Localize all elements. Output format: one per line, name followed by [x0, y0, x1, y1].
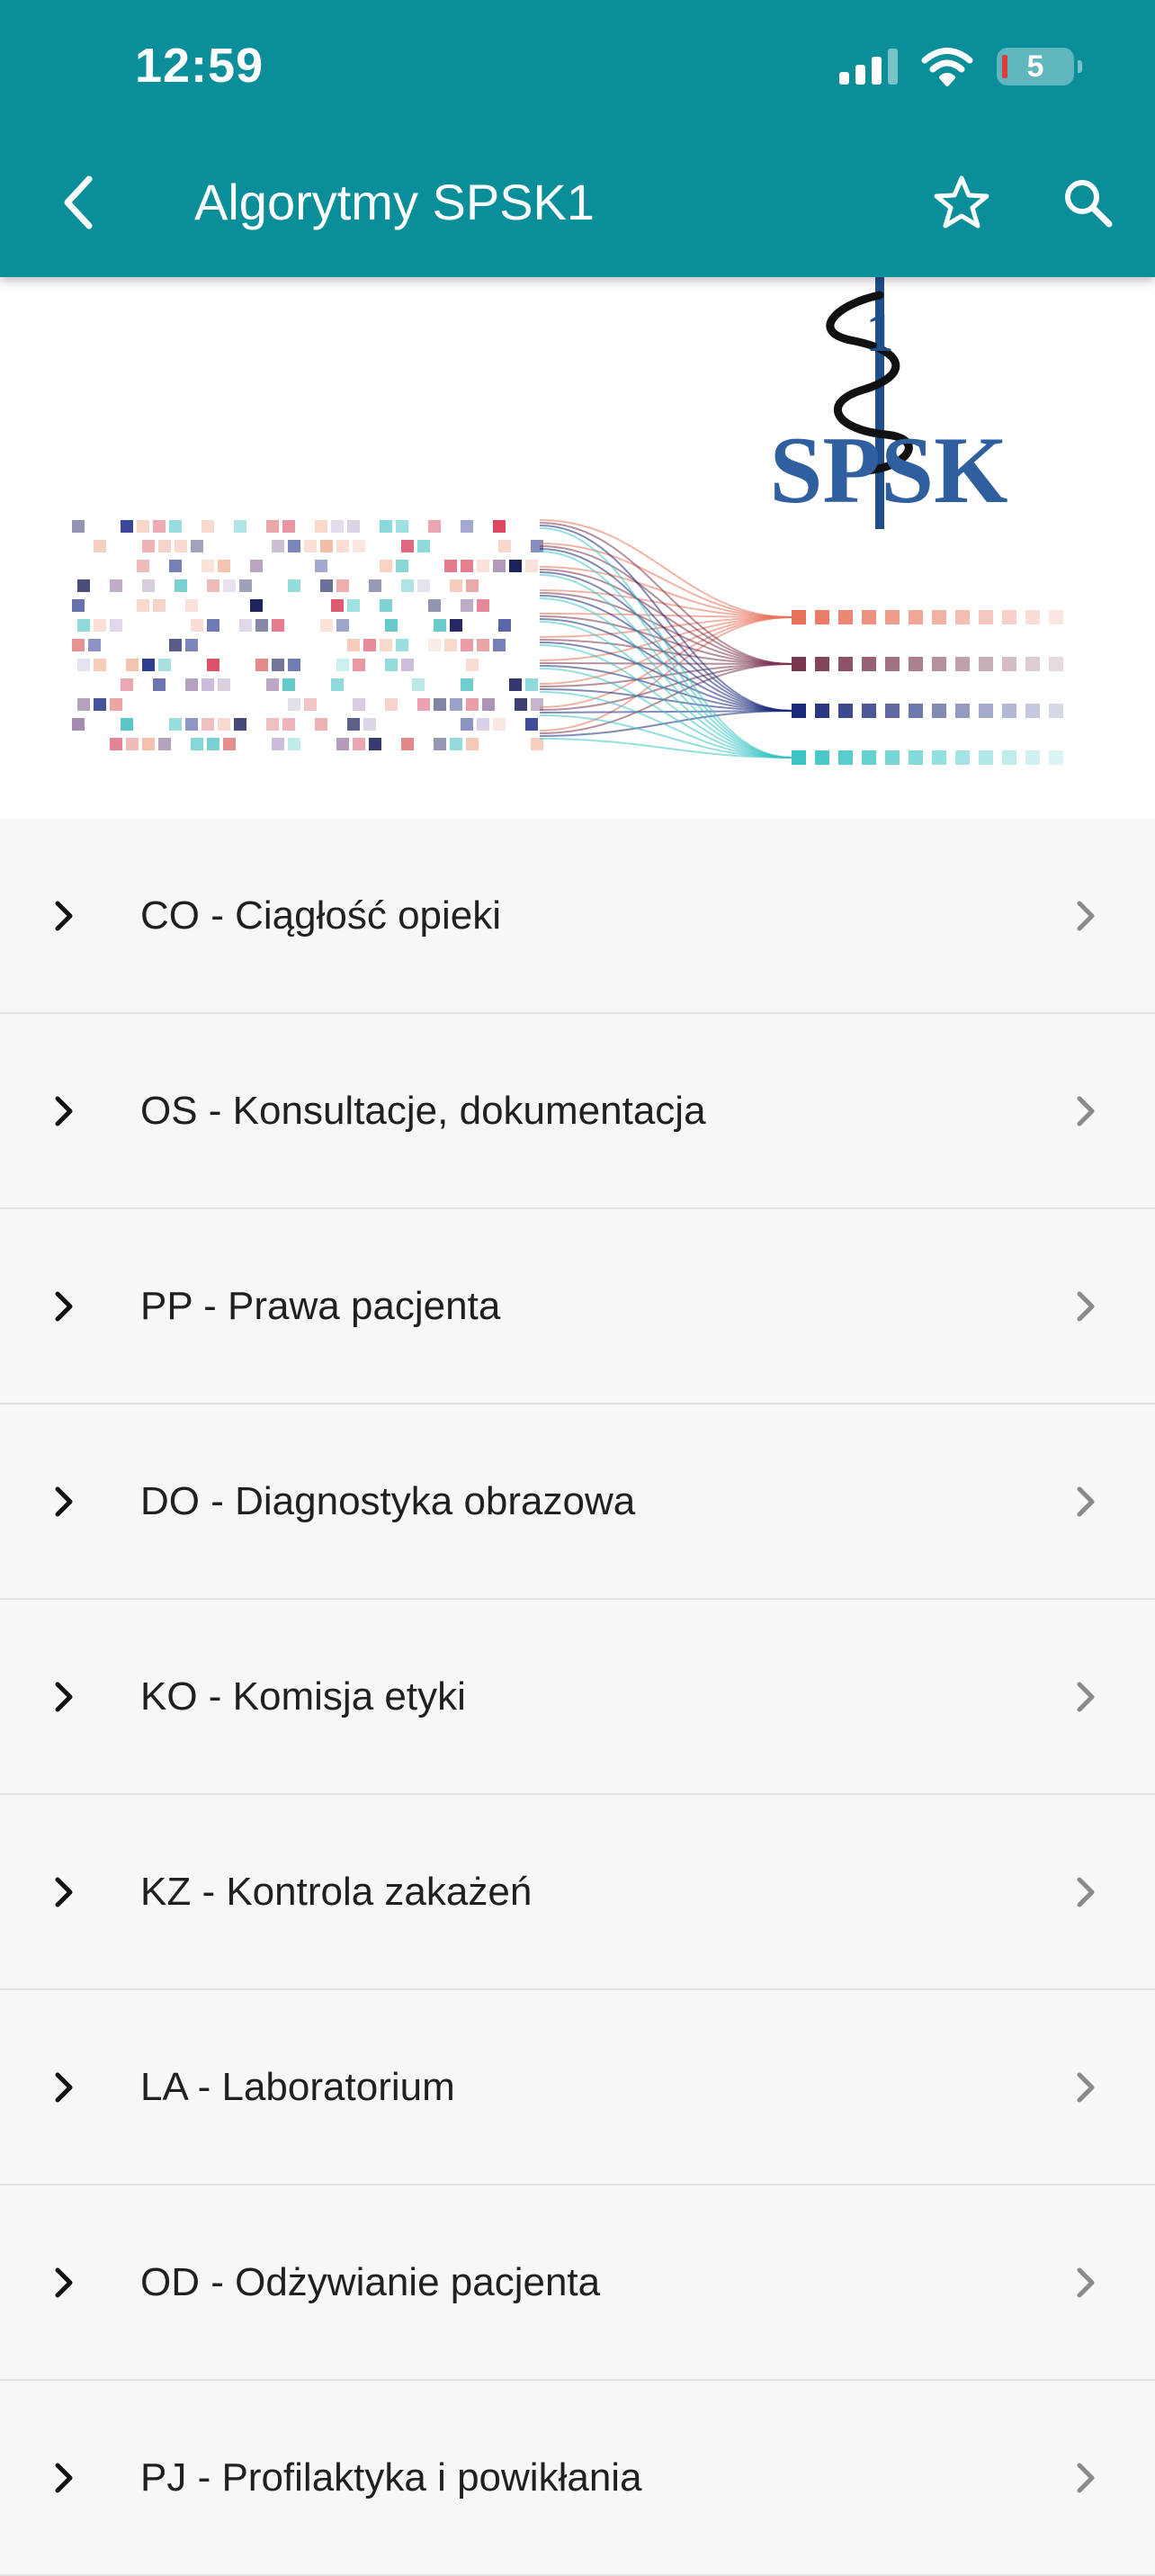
- header-banner-image: 1 SPSK: [0, 277, 1155, 819]
- category-row[interactable]: PJ - Profilaktyka i powikłania: [0, 2381, 1155, 2576]
- category-label: CO - Ciągłość opieki: [140, 893, 502, 938]
- chevron-right-icon: [1061, 1795, 1097, 1988]
- category-label: PJ - Profilaktyka i powikłania: [140, 2455, 642, 2500]
- page-title: Algorytmy SPSK1: [194, 174, 595, 230]
- expand-chevron-icon[interactable]: [52, 1795, 88, 1988]
- chevron-right-icon: [1061, 1405, 1097, 1598]
- category-label: PP - Prawa pacjenta: [140, 1283, 501, 1328]
- wifi-icon: [921, 48, 973, 86]
- back-button[interactable]: [45, 169, 112, 236]
- category-label: OS - Konsultacje, dokumentacja: [140, 1088, 706, 1133]
- chevron-right-icon: [1061, 1600, 1097, 1793]
- category-row[interactable]: DO - Diagnostyka obrazowa: [0, 1405, 1155, 1600]
- data-pixel-field: [72, 520, 543, 750]
- category-row[interactable]: LA - Laboratorium: [0, 1990, 1155, 2186]
- expand-chevron-icon[interactable]: [52, 1405, 88, 1598]
- expand-chevron-icon[interactable]: [52, 2186, 88, 2379]
- cellular-signal-icon: [839, 49, 898, 85]
- logo-digit: 1: [866, 302, 894, 364]
- category-row[interactable]: KZ - Kontrola zakażeń: [0, 1795, 1155, 1990]
- expand-chevron-icon[interactable]: [52, 1990, 88, 2184]
- banner-graphic: 1 SPSK: [72, 277, 1063, 765]
- category-label: OD - Odżywianie pacjenta: [140, 2259, 601, 2304]
- battery-icon: 5: [997, 48, 1082, 85]
- category-label: KZ - Kontrola zakażeń: [140, 1869, 533, 1914]
- expand-chevron-icon[interactable]: [52, 2381, 88, 2574]
- chevron-right-icon: [1061, 2381, 1097, 2574]
- chevron-right-icon: [1061, 1014, 1097, 1207]
- category-label: LA - Laboratorium: [140, 2064, 455, 2109]
- navigation-bar: Algorytmy SPSK1: [0, 153, 1155, 252]
- category-label: KO - Komisja etyki: [140, 1674, 466, 1719]
- battery-level: 5: [1026, 49, 1044, 84]
- app-bar: 12:59 5 Algorytmy SPSK1: [0, 0, 1155, 277]
- spsk-logo: 1 SPSK: [769, 277, 1008, 529]
- chevron-right-icon: [1061, 819, 1097, 1012]
- category-row[interactable]: OS - Konsultacje, dokumentacja: [0, 1014, 1155, 1209]
- search-icon: [1065, 180, 1113, 228]
- category-list: CO - Ciągłość opieki OS - Konsultacje, do…: [0, 819, 1155, 2576]
- data-flow-lines: [539, 519, 1063, 765]
- status-time: 12:59: [135, 39, 264, 93]
- chevron-right-icon: [1061, 2186, 1097, 2379]
- chevron-right-icon: [1061, 1209, 1097, 1403]
- star-outline-icon: [934, 175, 989, 229]
- status-icons: 5: [839, 41, 1082, 92]
- chevron-right-icon: [1061, 1990, 1097, 2184]
- expand-chevron-icon[interactable]: [52, 819, 88, 1012]
- chevron-left-icon: [64, 175, 93, 229]
- expand-chevron-icon[interactable]: [52, 1600, 88, 1793]
- category-label: DO - Diagnostyka obrazowa: [140, 1478, 636, 1523]
- expand-chevron-icon[interactable]: [52, 1209, 88, 1403]
- category-row[interactable]: CO - Ciągłość opieki: [0, 819, 1155, 1014]
- category-row[interactable]: OD - Odżywianie pacjenta: [0, 2186, 1155, 2381]
- expand-chevron-icon[interactable]: [52, 1014, 88, 1207]
- search-button[interactable]: [1054, 169, 1121, 236]
- category-row[interactable]: KO - Komisja etyki: [0, 1600, 1155, 1795]
- category-row[interactable]: PP - Prawa pacjenta: [0, 1209, 1155, 1405]
- favorite-button[interactable]: [928, 169, 995, 236]
- logo-text: SPSK: [769, 417, 1007, 523]
